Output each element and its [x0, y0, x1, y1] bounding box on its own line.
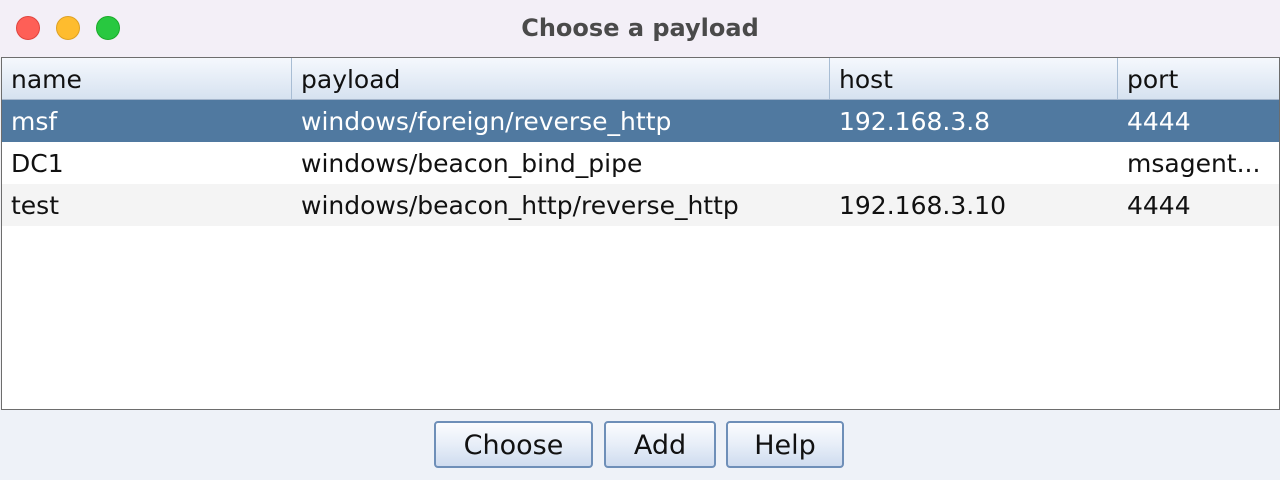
cell-payload: windows/beacon_http/reverse_http — [301, 191, 739, 220]
cell-port: msagent... — [1127, 149, 1261, 178]
title-bar[interactable]: Choose a payload — [0, 0, 1280, 57]
column-header-name[interactable]: name — [2, 58, 292, 99]
cell-name: msf — [11, 107, 58, 136]
column-header-port[interactable]: port — [1118, 58, 1279, 99]
cell-host: 192.168.3.10 — [839, 191, 1006, 220]
cell-name: test — [11, 191, 60, 220]
payload-table: name payload host port msf windows/forei… — [1, 57, 1280, 410]
cell-host — [830, 142, 1118, 184]
choose-button[interactable]: Choose — [434, 421, 593, 468]
column-header-host[interactable]: host — [830, 58, 1118, 99]
cell-port: 4444 — [1127, 191, 1191, 220]
cell-payload: windows/beacon_bind_pipe — [301, 149, 643, 178]
cell-port: 4444 — [1127, 107, 1191, 136]
help-button[interactable]: Help — [726, 421, 844, 468]
cell-host: 192.168.3.8 — [839, 107, 991, 136]
column-header-payload[interactable]: payload — [292, 58, 830, 99]
button-bar: Choose Add Help — [0, 410, 1280, 480]
add-button[interactable]: Add — [604, 421, 716, 468]
cell-payload: windows/foreign/reverse_http — [301, 107, 672, 136]
table-row[interactable]: msf windows/foreign/reverse_http 192.168… — [2, 100, 1279, 142]
table-header: name payload host port — [2, 58, 1279, 100]
zoom-window-button[interactable] — [96, 16, 120, 40]
choose-payload-dialog: Choose a payload name payload host port … — [0, 0, 1280, 480]
minimize-window-button[interactable] — [56, 16, 80, 40]
window-title: Choose a payload — [521, 14, 759, 42]
close-window-button[interactable] — [16, 16, 40, 40]
table-row[interactable]: DC1 windows/beacon_bind_pipe msagent... — [2, 142, 1279, 184]
cell-name: DC1 — [11, 149, 64, 178]
table-row[interactable]: test windows/beacon_http/reverse_http 19… — [2, 184, 1279, 226]
